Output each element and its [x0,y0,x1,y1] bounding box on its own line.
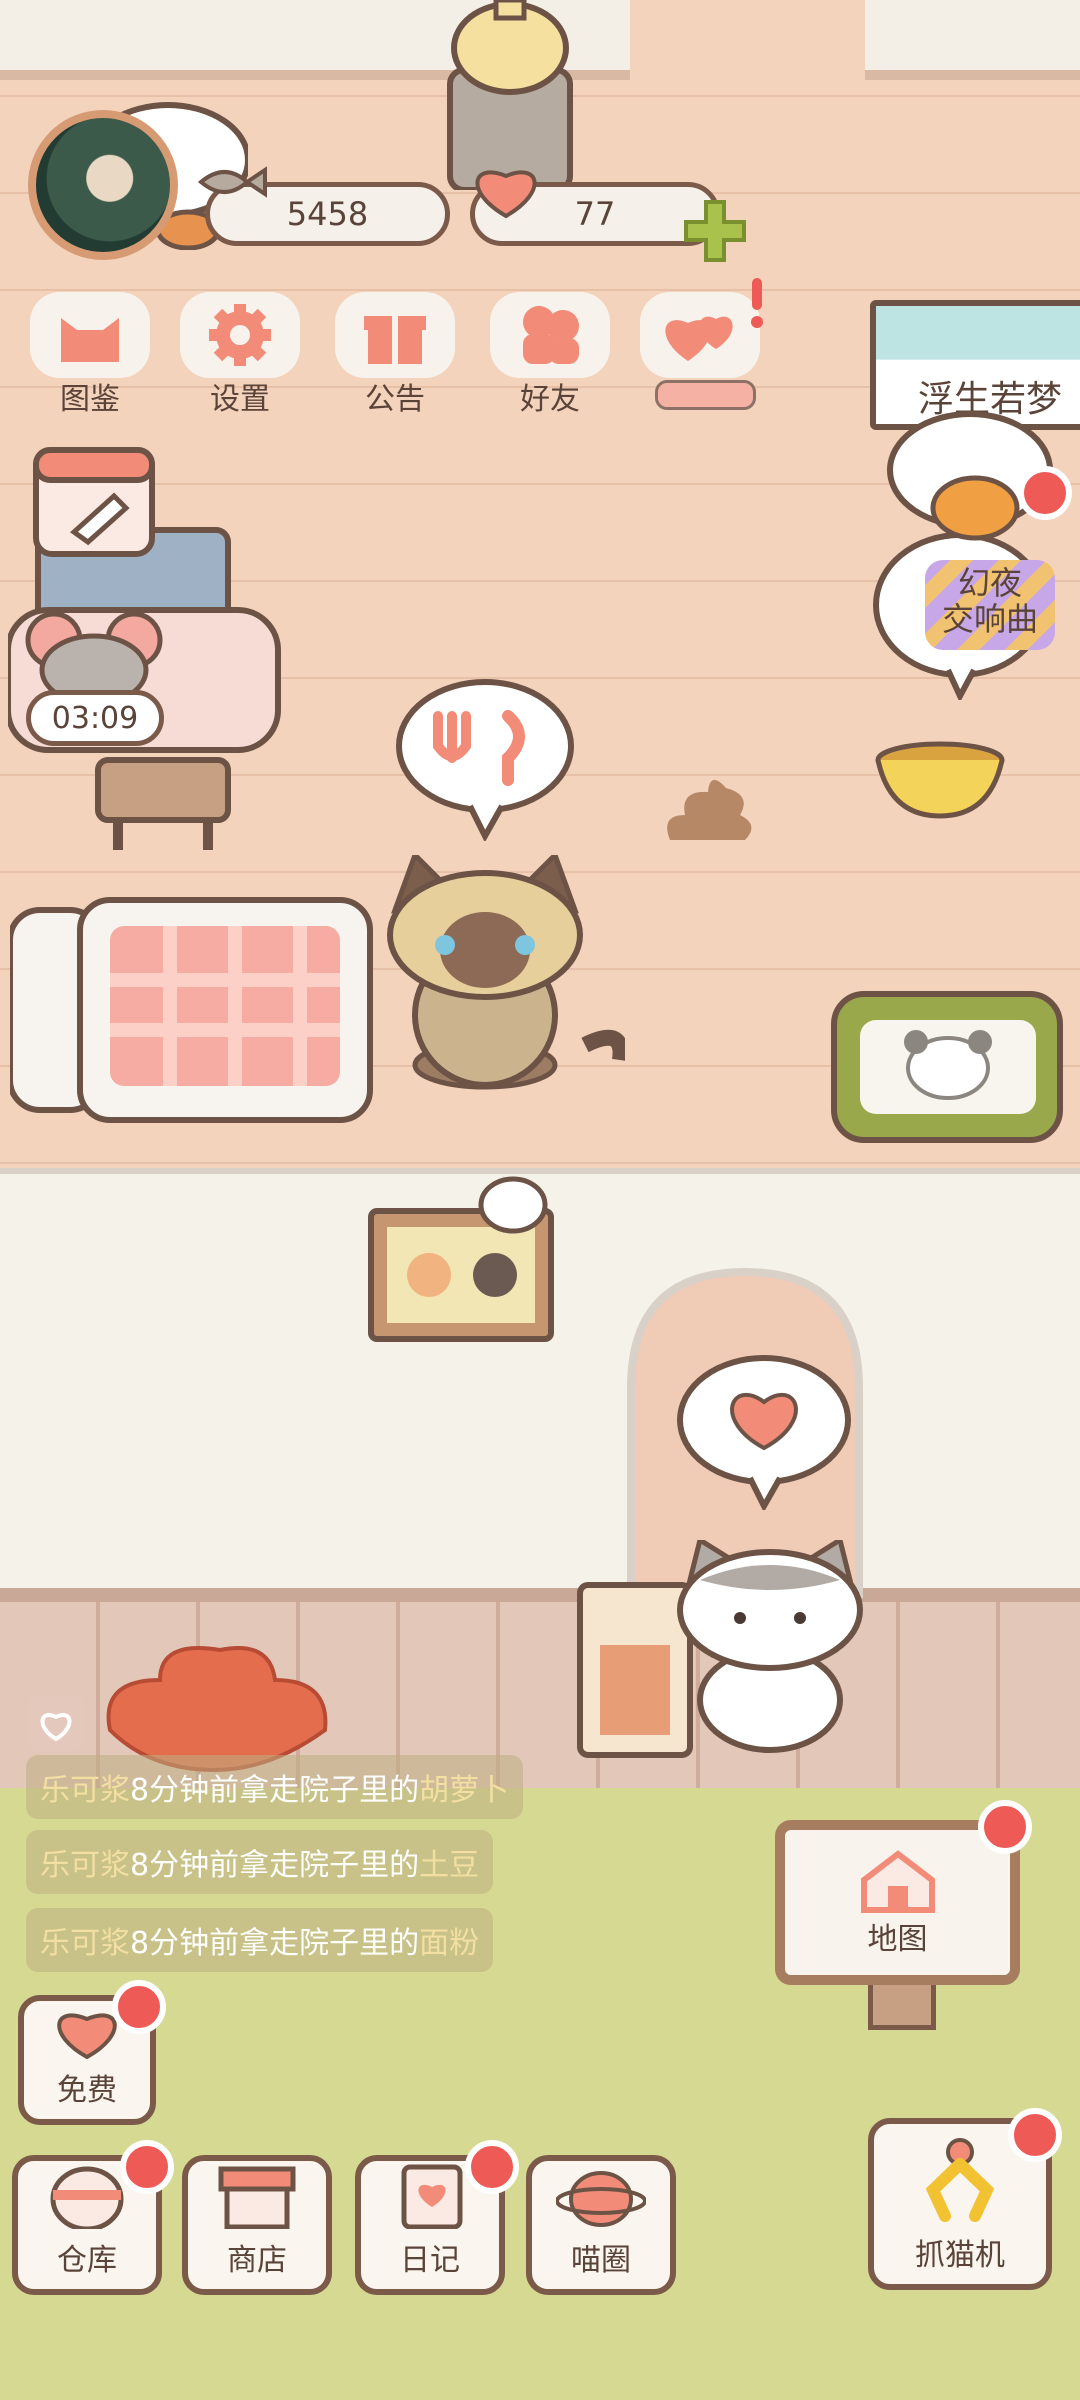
feed-item: 土豆 [419,1848,480,1883]
event-progress-bar [655,380,756,410]
feed-toggle-button[interactable] [28,1695,84,1751]
activity-feed-item: 乐可浆 8分钟前拿走院子里的 土豆 [26,1830,494,1894]
panda-mat[interactable] [830,990,1065,1145]
notification-dot [978,1800,1032,1854]
event-cat-bubble[interactable] [860,400,1080,700]
fish-icon [197,166,267,198]
feed-user: 乐可浆 [40,1773,130,1808]
map-label: 地图 [867,1921,928,1957]
shop-icon [218,2166,296,2229]
notification-dot [112,1980,166,2034]
mouse-icon[interactable] [24,610,164,700]
family-photo-frame[interactable] [365,1175,565,1345]
feed-text: 8分钟前拿走院子里的 [130,1773,420,1808]
night-symphony-label: 幻夜 交响曲 [941,564,1038,638]
feed-item: 胡萝卜 [419,1773,510,1808]
food-request-bubble[interactable] [390,676,580,841]
notice-button[interactable]: 公告 [335,292,455,417]
activity-feed-item: 乐可浆 8分钟前拿走院子里的 面粉 [26,1908,494,1972]
planet-cat-icon [556,2171,646,2227]
free-label: 免费 [57,2073,117,2108]
settings-button[interactable]: 设置 [180,292,300,417]
feed-text: 8分钟前拿走院子里的 [130,1848,420,1883]
notice-label: 公告 [365,382,425,417]
settings-label: 设置 [210,382,270,417]
add-hearts-plus-icon[interactable] [680,196,750,266]
cat-bed[interactable] [10,890,380,1140]
diary-icon [401,2164,463,2229]
storage-label: 仓库 [57,2243,117,2278]
notification-dot [465,2140,519,2194]
feed-user: 乐可浆 [40,1848,130,1883]
heart-outline-icon [40,1713,72,1742]
house-icon [860,1849,935,1913]
diary-label: 日记 [400,2243,460,2278]
friends-icon [523,306,579,364]
feed-item: 面粉 [419,1926,480,1961]
heart-currency-icon [475,170,537,219]
top-shelf-right [865,0,1080,80]
claw-label: 抓猫机 [915,2238,1005,2273]
activity-feed-item: 乐可浆 8分钟前拿走院子里的 胡萝卜 [26,1755,524,1819]
calendar-icon[interactable] [30,440,160,560]
atlas-label: 图鉴 [60,382,120,417]
tabby-cat[interactable] [660,1540,885,1755]
poop-icon[interactable] [660,770,755,845]
map-button[interactable]: 地图 [775,1820,1020,1985]
shop-label: 商店 [227,2243,287,2278]
notification-dot [120,2140,174,2194]
gear-icon [209,304,271,366]
feed-text: 8分钟前拿走院子里的 [130,1926,420,1961]
feed-user: 乐可浆 [40,1926,130,1961]
friends-label: 好友 [520,382,580,417]
circle-label: 喵圈 [571,2243,631,2278]
storage-jar-icon [50,2166,124,2229]
event-hearts-icon [665,316,733,361]
exclamation-icon [751,278,763,328]
gift-icon [364,316,426,364]
friends-button[interactable]: 好友 [490,292,610,417]
atlas-button[interactable]: 图鉴 [30,292,150,417]
notification-dot [1018,466,1072,520]
siamese-cat[interactable] [375,855,625,1130]
heart-bubble[interactable] [672,1350,857,1510]
meow-circle-button[interactable]: 喵圈 [526,2155,676,2295]
map-sign-post [868,1980,936,2030]
food-bowl[interactable] [870,740,1010,820]
cat-head-icon [61,318,119,362]
cooldown-timer: 03:09 [26,690,164,746]
shop-button[interactable]: 商店 [182,2155,332,2295]
notification-dot [1008,2108,1062,2162]
player-avatar[interactable] [28,110,178,260]
claw-icon [925,2138,995,2222]
